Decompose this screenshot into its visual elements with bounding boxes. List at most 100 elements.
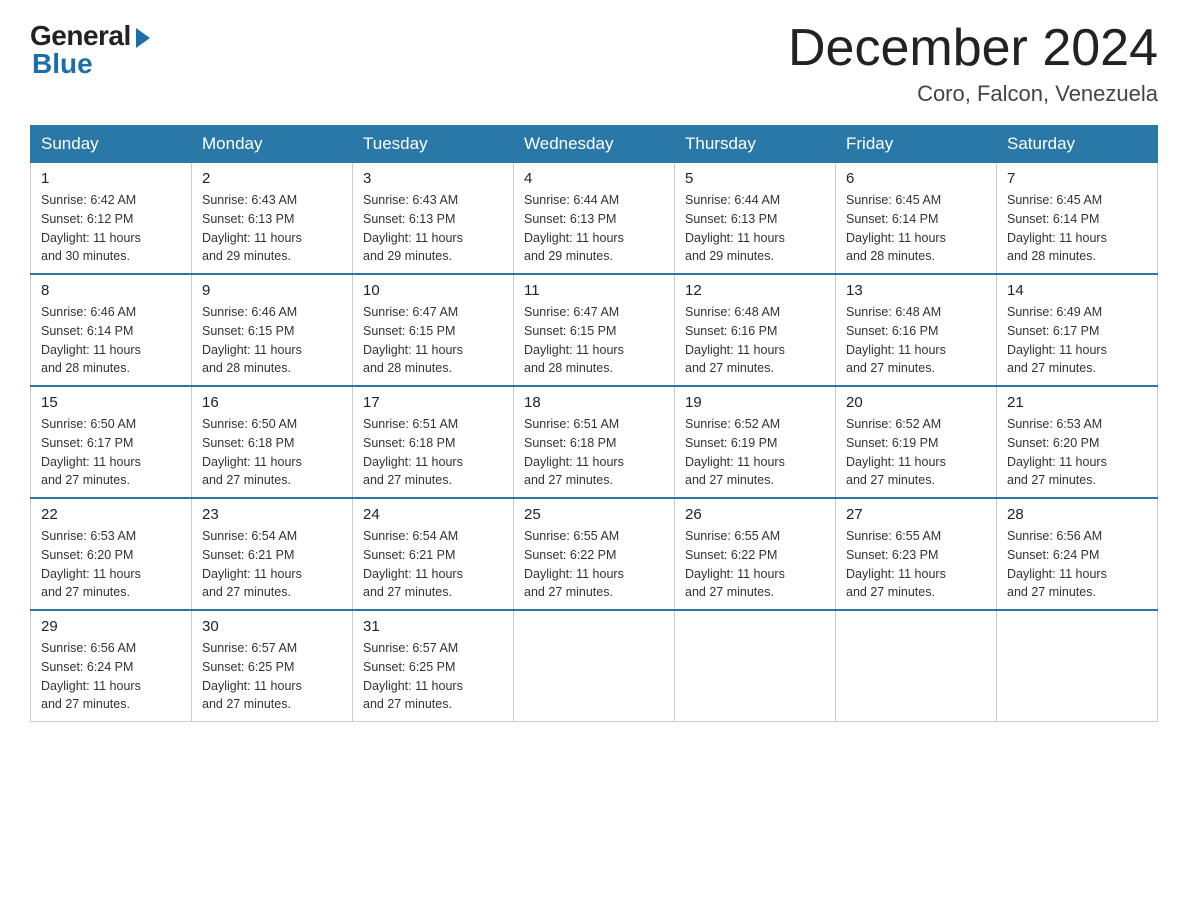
day-number: 19 xyxy=(685,394,825,411)
page-header: General Blue December 2024 Coro, Falcon,… xyxy=(30,20,1158,107)
day-number: 31 xyxy=(363,618,503,635)
day-number: 10 xyxy=(363,282,503,299)
calendar-cell: 19 Sunrise: 6:52 AMSunset: 6:19 PMDayligh… xyxy=(675,386,836,498)
day-number: 20 xyxy=(846,394,986,411)
day-number: 30 xyxy=(202,618,342,635)
day-info: Sunrise: 6:50 AMSunset: 6:18 PMDaylight:… xyxy=(202,415,342,490)
calendar-cell: 5 Sunrise: 6:44 AMSunset: 6:13 PMDaylight… xyxy=(675,163,836,275)
day-info: Sunrise: 6:45 AMSunset: 6:14 PMDaylight:… xyxy=(846,191,986,266)
day-info: Sunrise: 6:49 AMSunset: 6:17 PMDaylight:… xyxy=(1007,303,1147,378)
calendar-cell: 9 Sunrise: 6:46 AMSunset: 6:15 PMDaylight… xyxy=(192,274,353,386)
day-number: 15 xyxy=(41,394,181,411)
day-number: 3 xyxy=(363,170,503,187)
day-info: Sunrise: 6:46 AMSunset: 6:15 PMDaylight:… xyxy=(202,303,342,378)
day-number: 28 xyxy=(1007,506,1147,523)
header-cell-wednesday: Wednesday xyxy=(514,126,675,163)
logo: General Blue xyxy=(30,20,150,80)
calendar-cell xyxy=(514,610,675,722)
day-info: Sunrise: 6:45 AMSunset: 6:14 PMDaylight:… xyxy=(1007,191,1147,266)
calendar-cell: 18Sunrise: 6:51 AMSunset: 6:18 PMDayligh… xyxy=(514,386,675,498)
calendar-cell: 12Sunrise: 6:48 AMSunset: 6:16 PMDayligh… xyxy=(675,274,836,386)
day-info: Sunrise: 6:55 AMSunset: 6:23 PMDaylight:… xyxy=(846,527,986,602)
calendar-cell xyxy=(997,610,1158,722)
day-number: 21 xyxy=(1007,394,1147,411)
day-info: Sunrise: 6:47 AMSunset: 6:15 PMDaylight:… xyxy=(363,303,503,378)
calendar-cell: 11Sunrise: 6:47 AMSunset: 6:15 PMDayligh… xyxy=(514,274,675,386)
day-number: 27 xyxy=(846,506,986,523)
day-number: 5 xyxy=(685,170,825,187)
calendar-week-4: 22 Sunrise: 6:53 AMSunset: 6:20 PMDayligh… xyxy=(31,498,1158,610)
day-number: 11 xyxy=(524,282,664,299)
header-cell-sunday: Sunday xyxy=(31,126,192,163)
calendar-cell: 7 Sunrise: 6:45 AMSunset: 6:14 PMDaylight… xyxy=(997,163,1158,275)
calendar-cell: 20 Sunrise: 6:52 AMSunset: 6:19 PMDayligh… xyxy=(836,386,997,498)
calendar-cell: 29Sunrise: 6:56 AMSunset: 6:24 PMDayligh… xyxy=(31,610,192,722)
day-number: 22 xyxy=(41,506,181,523)
calendar-cell: 28 Sunrise: 6:56 AMSunset: 6:24 PMDayligh… xyxy=(997,498,1158,610)
calendar-cell: 4Sunrise: 6:44 AMSunset: 6:13 PMDaylight… xyxy=(514,163,675,275)
header-row: SundayMondayTuesdayWednesdayThursdayFrid… xyxy=(31,126,1158,163)
day-number: 24 xyxy=(363,506,503,523)
day-info: Sunrise: 6:56 AMSunset: 6:24 PMDaylight:… xyxy=(41,639,181,714)
calendar-week-2: 8 Sunrise: 6:46 AMSunset: 6:14 PMDaylight… xyxy=(31,274,1158,386)
day-info: Sunrise: 6:44 AMSunset: 6:13 PMDaylight:… xyxy=(685,191,825,266)
header-cell-monday: Monday xyxy=(192,126,353,163)
day-number: 2 xyxy=(202,170,342,187)
calendar-cell xyxy=(675,610,836,722)
calendar-cell: 30 Sunrise: 6:57 AMSunset: 6:25 PMDayligh… xyxy=(192,610,353,722)
calendar-week-5: 29Sunrise: 6:56 AMSunset: 6:24 PMDayligh… xyxy=(31,610,1158,722)
day-number: 14 xyxy=(1007,282,1147,299)
calendar-cell: 27 Sunrise: 6:55 AMSunset: 6:23 PMDayligh… xyxy=(836,498,997,610)
day-info: Sunrise: 6:56 AMSunset: 6:24 PMDaylight:… xyxy=(1007,527,1147,602)
calendar-cell: 15 Sunrise: 6:50 AMSunset: 6:17 PMDayligh… xyxy=(31,386,192,498)
header-cell-tuesday: Tuesday xyxy=(353,126,514,163)
day-info: Sunrise: 6:43 AMSunset: 6:13 PMDaylight:… xyxy=(363,191,503,266)
header-cell-saturday: Saturday xyxy=(997,126,1158,163)
month-title: December 2024 xyxy=(788,20,1158,77)
calendar-cell: 14 Sunrise: 6:49 AMSunset: 6:17 PMDayligh… xyxy=(997,274,1158,386)
day-number: 7 xyxy=(1007,170,1147,187)
day-number: 9 xyxy=(202,282,342,299)
day-number: 12 xyxy=(685,282,825,299)
calendar-week-3: 15 Sunrise: 6:50 AMSunset: 6:17 PMDayligh… xyxy=(31,386,1158,498)
day-info: Sunrise: 6:52 AMSunset: 6:19 PMDaylight:… xyxy=(846,415,986,490)
day-number: 16 xyxy=(202,394,342,411)
day-info: Sunrise: 6:54 AMSunset: 6:21 PMDaylight:… xyxy=(202,527,342,602)
logo-arrow-icon xyxy=(136,28,150,48)
calendar-cell: 6Sunrise: 6:45 AMSunset: 6:14 PMDaylight… xyxy=(836,163,997,275)
day-number: 23 xyxy=(202,506,342,523)
header-cell-thursday: Thursday xyxy=(675,126,836,163)
calendar-cell: 24Sunrise: 6:54 AMSunset: 6:21 PMDayligh… xyxy=(353,498,514,610)
title-area: December 2024 Coro, Falcon, Venezuela xyxy=(788,20,1158,107)
calendar-cell: 21 Sunrise: 6:53 AMSunset: 6:20 PMDayligh… xyxy=(997,386,1158,498)
calendar-cell: 3 Sunrise: 6:43 AMSunset: 6:13 PMDaylight… xyxy=(353,163,514,275)
calendar-cell: 25Sunrise: 6:55 AMSunset: 6:22 PMDayligh… xyxy=(514,498,675,610)
day-info: Sunrise: 6:51 AMSunset: 6:18 PMDaylight:… xyxy=(363,415,503,490)
day-info: Sunrise: 6:57 AMSunset: 6:25 PMDaylight:… xyxy=(202,639,342,714)
day-info: Sunrise: 6:53 AMSunset: 6:20 PMDaylight:… xyxy=(1007,415,1147,490)
calendar-cell: 10 Sunrise: 6:47 AMSunset: 6:15 PMDayligh… xyxy=(353,274,514,386)
calendar-header: SundayMondayTuesdayWednesdayThursdayFrid… xyxy=(31,126,1158,163)
day-number: 17 xyxy=(363,394,503,411)
calendar-cell: 1Sunrise: 6:42 AMSunset: 6:12 PMDaylight… xyxy=(31,163,192,275)
header-cell-friday: Friday xyxy=(836,126,997,163)
calendar-cell: 23 Sunrise: 6:54 AMSunset: 6:21 PMDayligh… xyxy=(192,498,353,610)
calendar-body: 1Sunrise: 6:42 AMSunset: 6:12 PMDaylight… xyxy=(31,163,1158,722)
calendar-cell: 17 Sunrise: 6:51 AMSunset: 6:18 PMDayligh… xyxy=(353,386,514,498)
calendar-cell: 26 Sunrise: 6:55 AMSunset: 6:22 PMDayligh… xyxy=(675,498,836,610)
day-info: Sunrise: 6:50 AMSunset: 6:17 PMDaylight:… xyxy=(41,415,181,490)
day-info: Sunrise: 6:52 AMSunset: 6:19 PMDaylight:… xyxy=(685,415,825,490)
calendar-cell: 2Sunrise: 6:43 AMSunset: 6:13 PMDaylight… xyxy=(192,163,353,275)
day-info: Sunrise: 6:55 AMSunset: 6:22 PMDaylight:… xyxy=(685,527,825,602)
calendar-table: SundayMondayTuesdayWednesdayThursdayFrid… xyxy=(30,125,1158,722)
day-number: 13 xyxy=(846,282,986,299)
day-number: 26 xyxy=(685,506,825,523)
logo-blue-text: Blue xyxy=(32,48,93,80)
day-info: Sunrise: 6:46 AMSunset: 6:14 PMDaylight:… xyxy=(41,303,181,378)
day-info: Sunrise: 6:48 AMSunset: 6:16 PMDaylight:… xyxy=(846,303,986,378)
day-info: Sunrise: 6:57 AMSunset: 6:25 PMDaylight:… xyxy=(363,639,503,714)
day-info: Sunrise: 6:53 AMSunset: 6:20 PMDaylight:… xyxy=(41,527,181,602)
calendar-week-1: 1Sunrise: 6:42 AMSunset: 6:12 PMDaylight… xyxy=(31,163,1158,275)
day-number: 8 xyxy=(41,282,181,299)
day-info: Sunrise: 6:42 AMSunset: 6:12 PMDaylight:… xyxy=(41,191,181,266)
